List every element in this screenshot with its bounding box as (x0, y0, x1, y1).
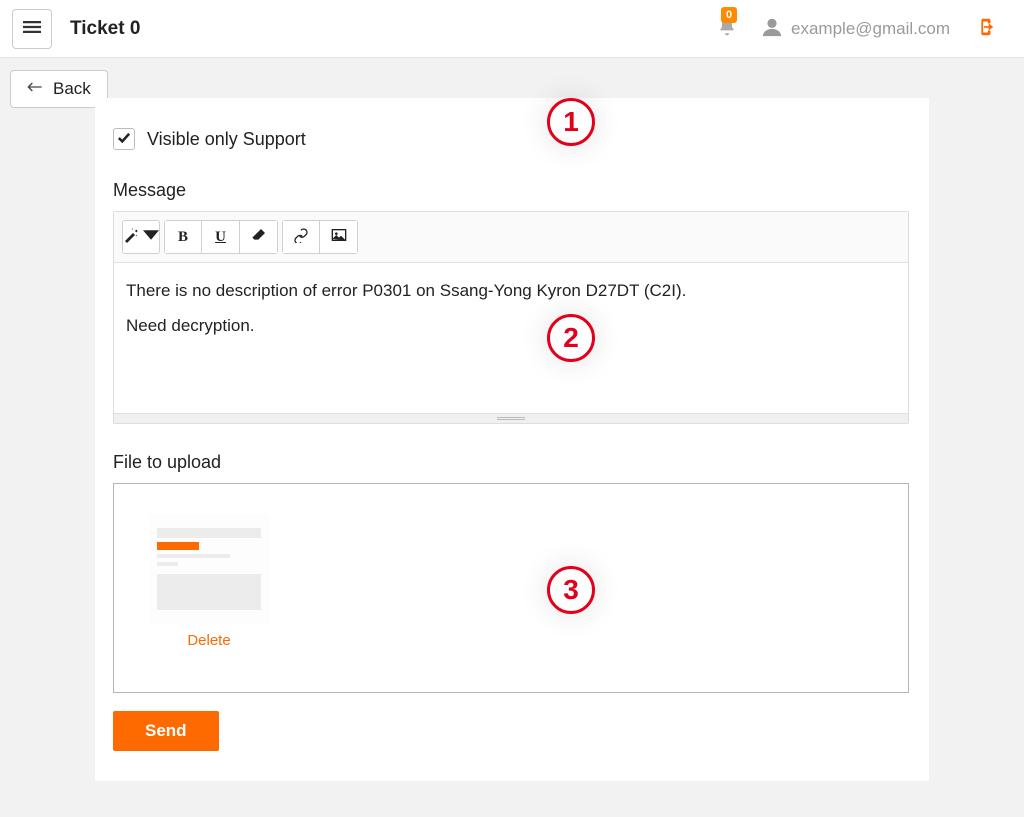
menu-toggle-button[interactable] (12, 9, 52, 49)
send-button[interactable]: Send (113, 711, 219, 751)
notification-badge: 0 (721, 7, 737, 23)
uploaded-file-item: Delete (144, 514, 274, 649)
user-menu[interactable]: example@gmail.com (761, 16, 950, 42)
message-line: Need decryption. (126, 312, 896, 341)
underline-icon: U (215, 229, 226, 246)
grip-icon (497, 417, 525, 420)
message-label: Message (113, 180, 909, 201)
editor-bold-button[interactable]: B (164, 220, 202, 254)
eraser-icon (251, 227, 267, 247)
caret-down-icon (143, 227, 159, 247)
visible-only-support-label: Visible only Support (147, 129, 306, 150)
link-icon (293, 227, 309, 247)
visibility-row: Visible only Support (113, 128, 909, 150)
message-editor: B U (113, 211, 909, 424)
editor-image-button[interactable] (320, 220, 358, 254)
top-bar: Ticket 0 0 example@gmail.com (0, 0, 1024, 58)
editor-underline-button[interactable]: U (202, 220, 240, 254)
logout-button[interactable] (974, 16, 996, 42)
logout-icon (974, 25, 996, 42)
ticket-form-card: Visible only Support Message B (95, 98, 929, 781)
editor-link-button[interactable] (282, 220, 320, 254)
arrow-left-icon (27, 79, 43, 99)
user-icon (761, 16, 783, 42)
file-upload-dropzone[interactable]: Delete (113, 483, 909, 693)
editor-eraser-button[interactable] (240, 220, 278, 254)
notifications-button[interactable]: 0 (717, 17, 737, 41)
file-upload-label: File to upload (113, 452, 909, 473)
file-delete-button[interactable]: Delete (187, 632, 230, 649)
user-email: example@gmail.com (791, 19, 950, 39)
back-button[interactable]: Back (10, 70, 108, 108)
page-title: Ticket 0 (70, 18, 140, 40)
editor-style-button[interactable] (122, 220, 160, 254)
visible-only-support-checkbox[interactable] (113, 128, 135, 150)
check-icon (117, 131, 131, 148)
magic-wand-icon (123, 227, 139, 247)
message-line: There is no description of error P0301 o… (126, 277, 896, 306)
message-textarea[interactable]: There is no description of error P0301 o… (114, 263, 908, 413)
editor-toolbar: B U (114, 212, 908, 263)
bold-icon: B (178, 229, 188, 246)
hamburger-icon (23, 18, 41, 40)
topbar-right: 0 example@gmail.com (717, 16, 1012, 42)
editor-resize-handle[interactable] (114, 413, 908, 423)
back-button-label: Back (53, 79, 91, 99)
file-thumbnail[interactable] (149, 514, 269, 624)
image-icon (331, 227, 347, 247)
bell-icon (717, 24, 737, 41)
